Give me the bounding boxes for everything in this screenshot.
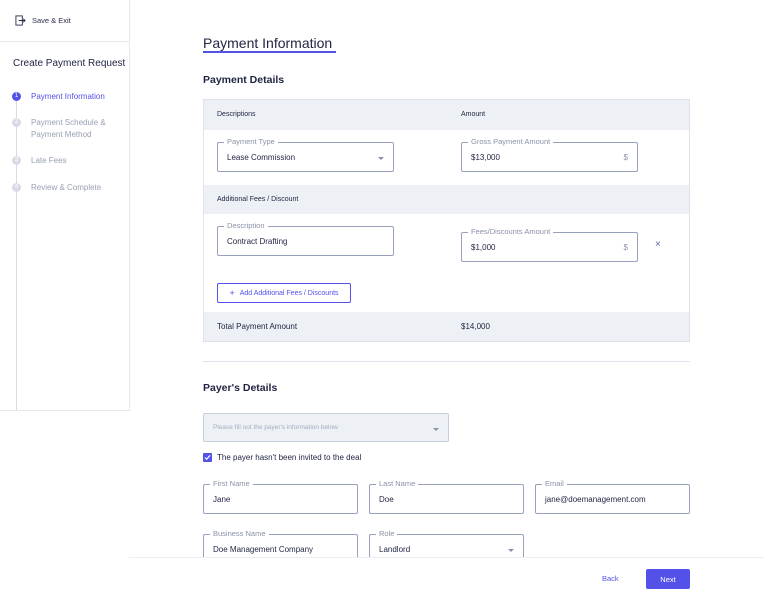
title-underline (203, 51, 336, 53)
save-exit-label: Save & Exit (32, 16, 71, 25)
last-name-field[interactable]: Last Name Doe (369, 479, 524, 514)
payers-details-heading: Payer's Details (203, 382, 278, 394)
dollar-suffix: $ (623, 243, 628, 252)
step-number: 2 (12, 118, 21, 127)
sidebar-title: Create Payment Request (13, 58, 126, 69)
not-invited-checkbox[interactable] (203, 453, 212, 462)
sidebar: Save & Exit Create Payment Request (0, 0, 130, 411)
descriptions-header: Descriptions (217, 111, 256, 118)
back-button[interactable]: Back (602, 574, 619, 583)
total-payment-value: $14,000 (461, 322, 490, 331)
gross-payment-amount-label: Gross Payment Amount (468, 137, 554, 147)
caret-down-icon (508, 549, 514, 552)
payer-select-placeholder: Please fill out the payer's information … (213, 424, 338, 431)
fee-description-value: Contract Drafting (227, 237, 288, 246)
step-label: Payment Schedule & Payment Method (31, 118, 106, 139)
email-value: jane@doemanagement.com (545, 495, 646, 504)
table-header: Descriptions Amount (204, 100, 689, 130)
save-exit-button[interactable]: Save & Exit (0, 0, 130, 42)
payment-type-value: Lease Commission (227, 153, 296, 162)
fees-discounts-amount-label: Fees/Discounts Amount (468, 227, 554, 237)
not-invited-label: The payer hasn't been invited to the dea… (217, 453, 362, 462)
step-number: 3 (12, 156, 21, 165)
payment-type-select[interactable]: Payment Type Lease Commission (217, 137, 394, 172)
gross-payment-amount-field[interactable]: Gross Payment Amount $13,000 $ (461, 137, 638, 172)
step-progress-line (16, 96, 17, 410)
caret-down-icon (433, 428, 439, 431)
total-payment-label: Total Payment Amount (217, 322, 298, 331)
business-name-value: Doe Management Company (213, 545, 314, 554)
plus-icon: + (229, 287, 235, 298)
role-value: Landlord (379, 545, 411, 554)
last-name-value: Doe (379, 495, 394, 504)
fees-section-header: Additional Fees / Discount (204, 185, 689, 214)
step-number: 1 (12, 92, 21, 101)
email-label: Email (542, 479, 567, 489)
dollar-suffix: $ (623, 153, 628, 162)
fee-description-field[interactable]: Description Contract Drafting (217, 221, 394, 256)
first-name-label: First Name (210, 479, 253, 489)
remove-fee-icon[interactable]: × (655, 239, 661, 250)
gross-payment-amount-value: $13,000 (471, 153, 500, 162)
step-late-fees[interactable]: 3 Late Fees (12, 155, 111, 167)
section-divider (203, 361, 690, 362)
step-number: 4 (12, 183, 21, 192)
fees-discounts-amount-field[interactable]: Fees/Discounts Amount $1,000 $ (461, 227, 638, 262)
exit-icon (15, 15, 26, 26)
step-review-complete[interactable]: 4 Review & Complete (12, 182, 111, 194)
payment-type-label: Payment Type (224, 137, 278, 147)
first-name-field[interactable]: First Name Jane (203, 479, 358, 514)
step-label: Review & Complete (31, 183, 102, 192)
payment-details-heading: Payment Details (203, 74, 285, 86)
checkmark-icon (204, 454, 211, 461)
role-label: Role (376, 529, 398, 539)
payment-details-card: Descriptions Amount Payment Type Lease C… (203, 99, 690, 342)
add-fees-discounts-button[interactable]: + Add Additional Fees / Discounts (217, 283, 351, 303)
fees-discounts-amount-value: $1,000 (471, 243, 496, 252)
amount-header: Amount (461, 111, 486, 118)
step-payment-information[interactable]: 1 Payment Information (12, 91, 111, 103)
step-payment-schedule[interactable]: 2 Payment Schedule & Payment Method (12, 117, 111, 141)
business-name-label: Business Name (210, 529, 269, 539)
step-label: Late Fees (31, 156, 67, 165)
page-title: Payment Information (203, 35, 333, 51)
fees-header-label: Additional Fees / Discount (217, 196, 299, 203)
last-name-label: Last Name (376, 479, 419, 489)
step-label: Payment Information (31, 92, 105, 101)
next-button[interactable]: Next (646, 569, 690, 589)
first-name-value: Jane (213, 495, 231, 504)
payer-select[interactable]: Please fill out the payer's information … (203, 413, 449, 442)
email-field[interactable]: Email jane@doemanagement.com (535, 479, 690, 514)
add-fees-discounts-label: Add Additional Fees / Discounts (239, 289, 339, 297)
fee-description-label: Description (224, 221, 268, 231)
total-payment-row: Total Payment Amount $14,000 (204, 312, 689, 341)
caret-down-icon (378, 157, 384, 160)
